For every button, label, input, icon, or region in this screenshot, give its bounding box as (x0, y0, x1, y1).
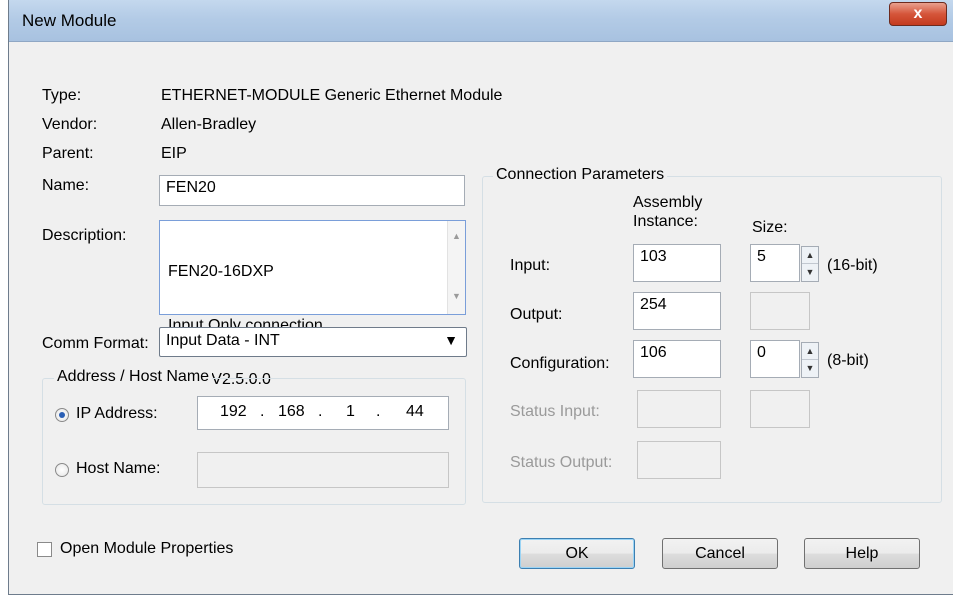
help-button-label: Help (845, 545, 879, 562)
description-scrollbar[interactable]: ▲ ▼ (447, 221, 465, 314)
name-field[interactable]: FEN20 (159, 175, 465, 206)
output-instance-field[interactable]: 254 (633, 292, 721, 330)
host-name-input[interactable] (197, 452, 449, 488)
title-bar[interactable]: New Module x (9, 0, 953, 42)
configuration-instance-value: 106 (640, 344, 667, 361)
input-instance-value: 103 (640, 248, 667, 265)
host-name-label: Host Name: (76, 460, 161, 477)
help-button[interactable]: Help (804, 538, 920, 569)
status-input-instance-field[interactable] (637, 390, 721, 428)
host-name-radio[interactable] (55, 463, 69, 477)
chevron-down-icon: ▼ (444, 332, 458, 348)
input-size-field[interactable]: 5 (750, 244, 800, 282)
close-icon: x (913, 5, 923, 22)
type-label: Type: (42, 87, 82, 104)
input-size-value: 5 (757, 248, 766, 265)
ip-dot-2: . (318, 403, 323, 420)
ip-address-input[interactable]: 192 . 168 . 1 . 44 (197, 396, 449, 430)
spin-down-icon[interactable]: ▼ (802, 264, 818, 281)
status-output-label: Status Output: (510, 454, 613, 471)
cancel-button-label: Cancel (695, 545, 745, 562)
type-value: ETHERNET-MODULE Generic Ethernet Module (161, 87, 503, 104)
configuration-size-unit: (8-bit) (827, 352, 869, 369)
window-title: New Module (22, 11, 117, 30)
ip-octet-4: 44 (406, 403, 424, 420)
configuration-size-spinner[interactable]: ▲ ▼ (801, 342, 819, 378)
parent-value: EIP (161, 145, 187, 162)
description-line: FEN20-16DXP (168, 263, 274, 280)
configuration-instance-field[interactable]: 106 (633, 340, 721, 378)
comm-format-select[interactable]: Input Data - INT ▼ (159, 327, 467, 357)
configuration-size-field[interactable]: 0 (750, 340, 800, 378)
spin-up-icon[interactable]: ▲ (802, 343, 818, 360)
output-label: Output: (510, 306, 563, 323)
parent-label: Parent: (42, 145, 94, 162)
ip-octet-3: 1 (346, 403, 355, 420)
output-instance-value: 254 (640, 296, 667, 313)
open-module-properties-checkbox[interactable] (37, 542, 52, 557)
vendor-label: Vendor: (42, 116, 98, 133)
size-header: Size: (752, 219, 788, 236)
name-label: Name: (42, 177, 90, 194)
status-input-size-field[interactable] (750, 390, 810, 428)
comm-format-label: Comm Format: (42, 335, 149, 352)
ip-dot-1: . (260, 403, 265, 420)
ip-address-radio[interactable] (55, 408, 69, 422)
spin-down-icon[interactable]: ▼ (802, 360, 818, 377)
input-instance-field[interactable]: 103 (633, 244, 721, 282)
ip-dot-3: . (376, 403, 381, 420)
configuration-size-value: 0 (757, 344, 766, 361)
input-label: Input: (510, 257, 551, 274)
new-module-dialog: New Module x Type: ETHERNET-MODULE Gener… (8, 0, 953, 595)
output-size-field[interactable] (750, 292, 810, 330)
ok-button[interactable]: OK (519, 538, 635, 569)
scroll-down-icon[interactable]: ▼ (452, 291, 461, 301)
comm-format-value: Input Data - INT (166, 332, 280, 349)
description-textarea[interactable]: FEN20-16DXP Input Only connection EIP V2… (159, 220, 466, 388)
ip-octet-1: 192 (220, 403, 247, 420)
instance-header: Instance: (633, 213, 698, 230)
ip-address-label: IP Address: (76, 405, 158, 422)
configuration-label: Configuration: (510, 355, 610, 372)
connection-parameters-title: Connection Parameters (493, 166, 668, 184)
open-module-properties-label: Open Module Properties (60, 540, 234, 557)
ip-octet-2: 168 (278, 403, 305, 420)
vendor-value: Allen-Bradley (161, 116, 257, 133)
close-button[interactable]: x (889, 2, 947, 26)
status-input-label: Status Input: (510, 403, 600, 420)
name-value: FEN20 (166, 179, 216, 196)
input-size-spinner[interactable]: ▲ ▼ (801, 246, 819, 282)
description-label: Description: (42, 227, 127, 244)
cancel-button[interactable]: Cancel (662, 538, 778, 569)
input-size-unit: (16-bit) (827, 257, 878, 274)
ok-button-label: OK (565, 545, 589, 562)
address-group-title: Address / Host Name (54, 368, 213, 386)
scroll-up-icon[interactable]: ▲ (452, 231, 461, 241)
assembly-header: Assembly (633, 194, 703, 211)
spin-up-icon[interactable]: ▲ (802, 247, 818, 264)
status-output-instance-field[interactable] (637, 441, 721, 479)
